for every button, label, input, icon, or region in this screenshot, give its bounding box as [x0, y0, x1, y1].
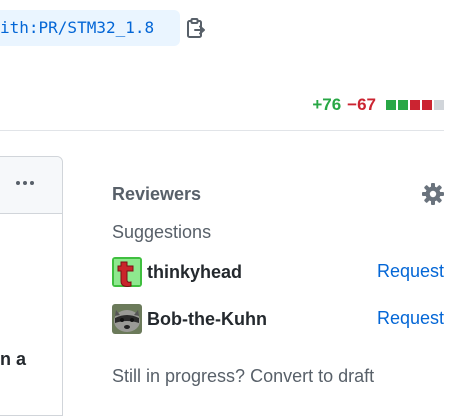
comment-options-button[interactable]: [13, 174, 37, 192]
avatar[interactable]: [112, 304, 142, 334]
branch-name: ith:PR/STM32_1.8: [0, 10, 180, 46]
avatar[interactable]: [112, 257, 142, 287]
diffstat-block: [434, 100, 444, 110]
comment-box: [0, 156, 63, 416]
branch-name-text: ith:PR/STM32_1.8: [0, 18, 155, 37]
clipboard-icon: [187, 18, 205, 38]
reviewers-settings-button[interactable]: [421, 182, 445, 206]
reviewer-suggestion-row: Bob-the-Kuhn Request: [112, 304, 444, 336]
reviewer-name[interactable]: thinkyhead: [147, 262, 242, 283]
copy-branch-button[interactable]: [184, 15, 208, 41]
deletions-count: −67: [347, 95, 376, 114]
diffstat-block: [410, 100, 420, 110]
reviewer-suggestion-row: thinkyhead Request: [112, 257, 444, 289]
kebab-icon: [23, 181, 27, 185]
comment-header: [0, 157, 62, 214]
reviewer-name[interactable]: Bob-the-Kuhn: [147, 309, 267, 330]
additions-count: +76: [312, 95, 342, 114]
draft-note-prefix: Still in progress?: [112, 366, 246, 386]
diffstat-block: [386, 100, 396, 110]
convert-to-draft-link[interactable]: Convert to draft: [250, 366, 374, 386]
tabs-divider: [0, 130, 444, 131]
comment-body-fragment: n a: [0, 349, 27, 369]
diffstat-blocks: [386, 100, 444, 110]
kebab-icon: [30, 181, 34, 185]
kebab-icon: [16, 181, 20, 185]
gear-icon: [422, 183, 444, 205]
reviewers-heading: Reviewers: [112, 184, 202, 204]
suggestions-label: Suggestions: [112, 222, 212, 242]
avatar-image: [112, 257, 142, 287]
diffstat-block: [422, 100, 432, 110]
diffstat-block: [398, 100, 408, 110]
avatar-image: [112, 304, 142, 334]
request-review-button[interactable]: Request: [377, 308, 444, 329]
draft-note: Still in progress? Convert to draft: [112, 366, 374, 387]
request-review-button[interactable]: Request: [377, 261, 444, 282]
diffstat: +76 −67: [312, 94, 444, 116]
